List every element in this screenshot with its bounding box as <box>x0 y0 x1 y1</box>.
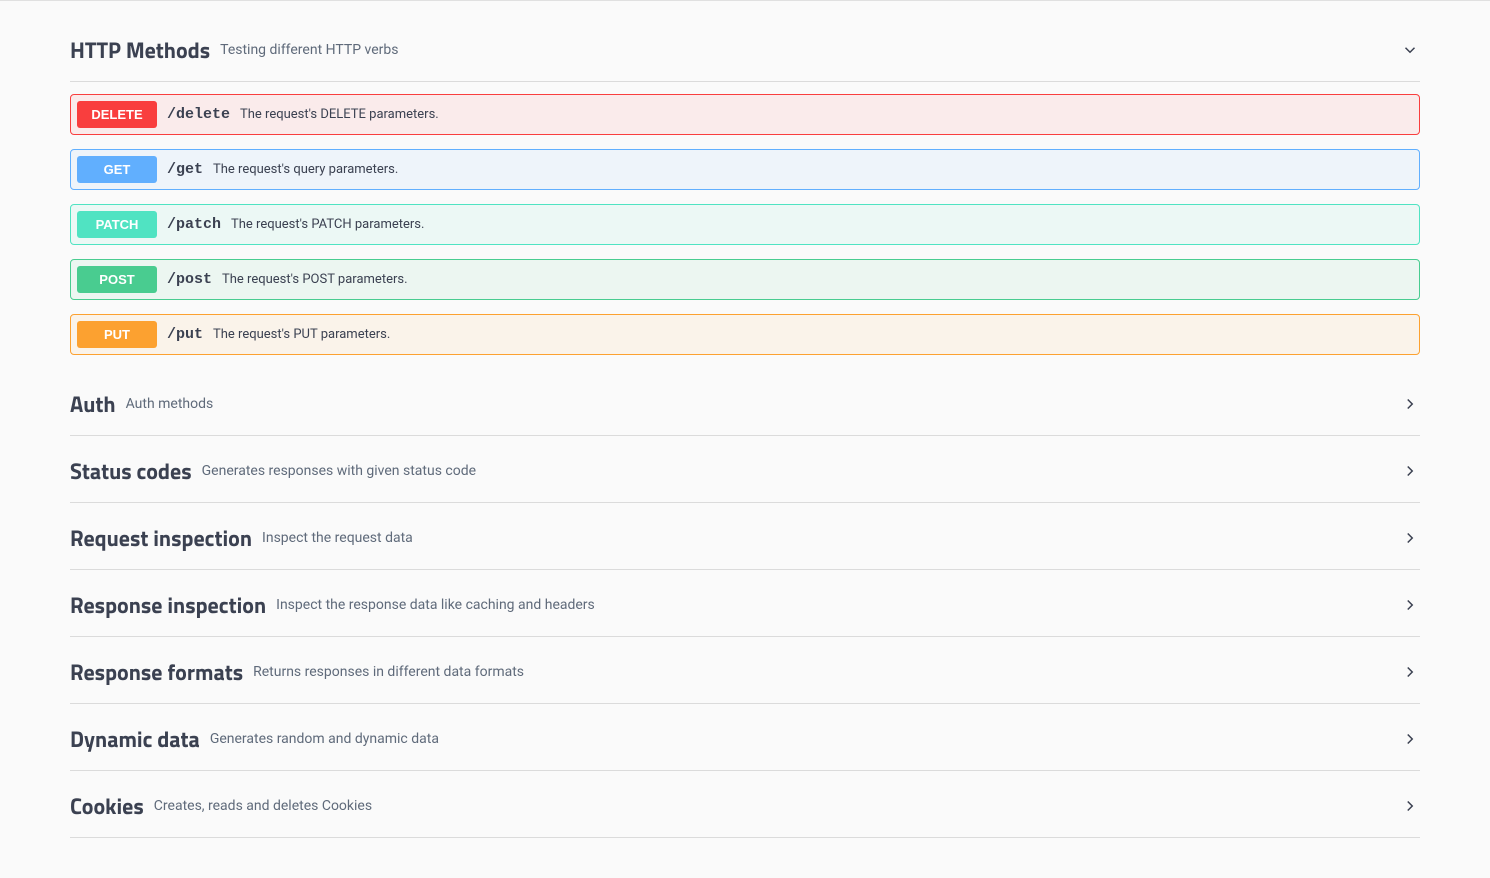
section-header-http-methods[interactable]: HTTP Methods Testing different HTTP verb… <box>70 1 1420 82</box>
section-title: Auth <box>70 387 116 421</box>
chevron-right-icon <box>1400 528 1420 548</box>
section-desc: Generates random and dynamic data <box>210 731 439 747</box>
operation-get[interactable]: GET /get The request's query parameters. <box>70 149 1420 190</box>
operation-summary: The request's query parameters. <box>213 162 398 177</box>
section-desc: Inspect the response data like caching a… <box>276 597 595 613</box>
operation-summary: The request's PATCH parameters. <box>231 217 424 232</box>
chevron-right-icon <box>1400 796 1420 816</box>
section-header-auth[interactable]: Auth Auth methods <box>70 369 1420 436</box>
section-title: Request inspection <box>70 521 252 555</box>
section-desc: Auth methods <box>126 396 214 412</box>
chevron-down-icon <box>1400 40 1420 60</box>
chevron-right-icon <box>1400 729 1420 749</box>
operation-path: /post <box>167 271 212 288</box>
section-desc: Creates, reads and deletes Cookies <box>154 798 372 814</box>
chevron-right-icon <box>1400 595 1420 615</box>
section-title: Cookies <box>70 789 144 823</box>
chevron-right-icon <box>1400 461 1420 481</box>
operation-summary: The request's DELETE parameters. <box>240 107 439 122</box>
section-desc: Testing different HTTP verbs <box>220 42 398 58</box>
operation-path: /patch <box>167 216 221 233</box>
section-title: Response formats <box>70 655 243 689</box>
section-desc: Returns responses in different data form… <box>253 664 524 680</box>
chevron-right-icon <box>1400 662 1420 682</box>
section-title: Status codes <box>70 454 192 488</box>
section-title: Dynamic data <box>70 722 200 756</box>
chevron-right-icon <box>1400 394 1420 414</box>
section-header-request-inspection[interactable]: Request inspection Inspect the request d… <box>70 503 1420 570</box>
section-header-response-formats[interactable]: Response formats Returns responses in di… <box>70 637 1420 704</box>
method-badge: PUT <box>77 321 157 348</box>
section-desc: Generates responses with given status co… <box>202 463 476 479</box>
section-desc: Inspect the request data <box>262 530 413 546</box>
method-badge: DELETE <box>77 101 157 128</box>
section-header-cookies[interactable]: Cookies Creates, reads and deletes Cooki… <box>70 771 1420 838</box>
operation-put[interactable]: PUT /put The request's PUT parameters. <box>70 314 1420 355</box>
method-badge: POST <box>77 266 157 293</box>
section-title: Response inspection <box>70 588 266 622</box>
operation-summary: The request's PUT parameters. <box>213 327 390 342</box>
operation-patch[interactable]: PATCH /patch The request's PATCH paramet… <box>70 204 1420 245</box>
api-docs-container: HTTP Methods Testing different HTTP verb… <box>60 1 1430 838</box>
operation-summary: The request's POST parameters. <box>222 272 408 287</box>
method-badge: PATCH <box>77 211 157 238</box>
operation-path: /delete <box>167 106 230 123</box>
operation-path: /put <box>167 326 203 343</box>
section-header-response-inspection[interactable]: Response inspection Inspect the response… <box>70 570 1420 637</box>
section-title: HTTP Methods <box>70 33 210 67</box>
operation-delete[interactable]: DELETE /delete The request's DELETE para… <box>70 94 1420 135</box>
operation-post[interactable]: POST /post The request's POST parameters… <box>70 259 1420 300</box>
operation-path: /get <box>167 161 203 178</box>
method-badge: GET <box>77 156 157 183</box>
section-header-dynamic-data[interactable]: Dynamic data Generates random and dynami… <box>70 704 1420 771</box>
section-header-status-codes[interactable]: Status codes Generates responses with gi… <box>70 436 1420 503</box>
operation-list-http-methods: DELETE /delete The request's DELETE para… <box>70 94 1420 355</box>
